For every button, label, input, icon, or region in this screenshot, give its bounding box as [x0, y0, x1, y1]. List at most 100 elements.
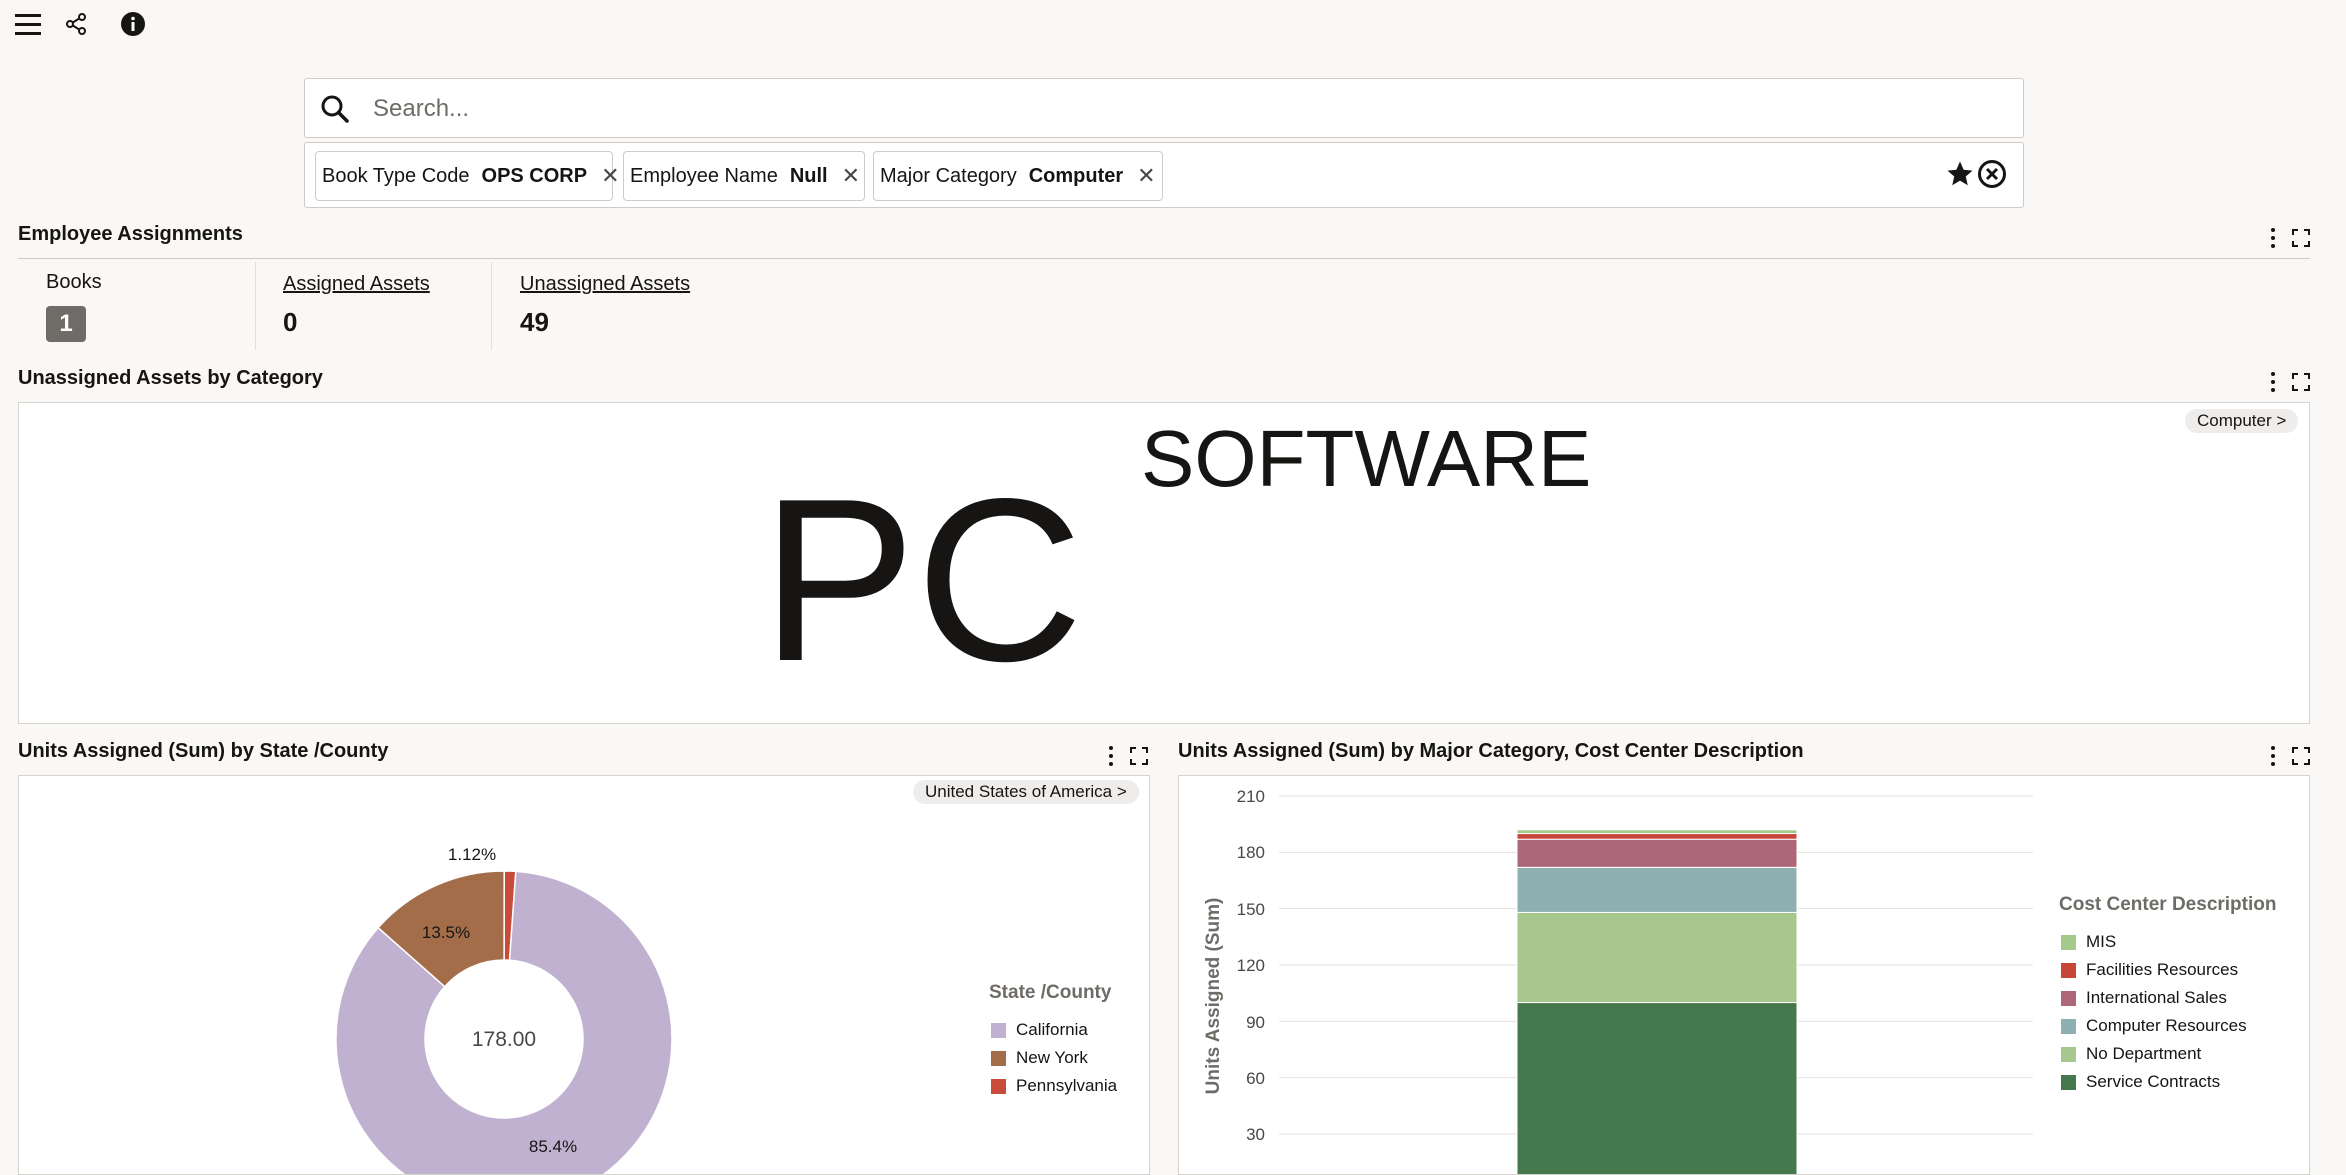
legend-swatch: [2061, 1046, 2076, 1062]
filter-chip-name: Major Category: [880, 164, 1017, 187]
filter-chip-value: OPS CORP: [481, 164, 588, 187]
bar-segment-computer-resources[interactable]: [1516, 866, 1798, 913]
legend-label: California: [1016, 1020, 1088, 1039]
employee-assignments-actions: [2270, 226, 2310, 250]
legend-item-computer-resources[interactable]: Computer Resources: [2061, 1016, 2247, 1036]
legend-item-mis[interactable]: MIS: [2061, 932, 2116, 952]
legend-item-no-department[interactable]: No Department: [2061, 1044, 2201, 1064]
bar-segment-mis[interactable]: [1516, 829, 1798, 835]
slice-label-new-york: 13.5%: [422, 923, 470, 942]
employee-assignments-title: Employee Assignments: [18, 223, 243, 245]
state-chart-panel: United States of America > 178.00 85.4% …: [18, 775, 1150, 1175]
state-chart-title: Units Assigned (Sum) by State /County: [18, 740, 389, 762]
remove-filter-icon[interactable]: ✕: [842, 163, 860, 189]
y-tick-label: 210: [1237, 787, 1265, 806]
bar-segment-service-contracts[interactable]: [1516, 1002, 1798, 1175]
filter-chip-employee-name[interactable]: Employee Name Null ✕: [623, 151, 865, 201]
legend-item-new-york[interactable]: New York: [991, 1048, 1088, 1068]
expand-icon[interactable]: [2292, 747, 2310, 765]
unassigned-assets-link[interactable]: Unassigned Assets: [520, 273, 690, 296]
books-label: Books: [46, 271, 102, 293]
filter-chip-book-type-code[interactable]: Book Type Code OPS CORP ✕: [315, 151, 620, 201]
expand-icon[interactable]: [2292, 229, 2310, 247]
filter-chip-name: Employee Name: [630, 164, 778, 187]
unassigned-by-category-actions: [2270, 370, 2310, 394]
kebab-menu-icon[interactable]: [2270, 372, 2276, 392]
legend-label: No Department: [2086, 1044, 2202, 1063]
filter-chip-name: Book Type Code: [322, 164, 470, 187]
books-badge: 1: [46, 306, 86, 342]
search-input[interactable]: [371, 87, 1995, 131]
filter-chip-value: Computer: [1028, 164, 1124, 187]
kebab-menu-icon[interactable]: [2270, 746, 2276, 766]
favorite-star-icon[interactable]: [1945, 159, 1975, 189]
search-icon: [321, 95, 349, 123]
bar-segment-facilities-resources[interactable]: [1516, 833, 1798, 840]
clear-filters-icon[interactable]: [1977, 159, 2007, 189]
legend-item-pennsylvania[interactable]: Pennsylvania: [991, 1076, 1117, 1096]
legend-label: New York: [1016, 1048, 1088, 1067]
legend-swatch: [2061, 962, 2076, 978]
legend-item-california[interactable]: California: [991, 1020, 1088, 1040]
category-chart-actions: [2270, 744, 2310, 768]
expand-icon[interactable]: [1130, 747, 1148, 765]
legend-swatch: [991, 1050, 1006, 1066]
legend-item-service-contracts[interactable]: Service Contracts: [2061, 1072, 2220, 1092]
kebab-menu-icon[interactable]: [2270, 228, 2276, 248]
legend-label: Computer Resources: [2086, 1016, 2247, 1035]
y-tick-label: 30: [1246, 1125, 1265, 1144]
donut-chart: 178.00 85.4% 13.5% 1.12%: [335, 845, 673, 1174]
slice-label-california: 85.4%: [529, 1137, 577, 1156]
legend-swatch: [2061, 934, 2076, 950]
assigned-assets-value: 0: [283, 307, 298, 337]
y-tick-label: 120: [1237, 956, 1265, 975]
share-icon[interactable]: [58, 6, 94, 42]
legend-label: MIS: [2086, 932, 2117, 951]
section-divider: [18, 258, 2310, 259]
legend-swatch: [991, 1078, 1006, 1094]
hamburger-menu-icon[interactable]: [10, 6, 46, 42]
y-tick-label: 180: [1237, 843, 1265, 862]
filter-chip-value: Null: [789, 164, 828, 187]
kebab-menu-icon[interactable]: [1108, 746, 1114, 766]
cost-center-legend-title: Cost Center Description: [2059, 894, 2277, 915]
metric-separator: [491, 262, 492, 350]
legend-swatch: [2061, 1074, 2076, 1090]
legend-swatch: [2061, 1018, 2076, 1034]
y-tick-label: 60: [1246, 1069, 1265, 1088]
drill-computer-button[interactable]: Computer >: [2185, 409, 2299, 433]
metric-separator: [255, 262, 256, 350]
unassigned-by-category-title: Unassigned Assets by Category: [18, 367, 323, 389]
unassigned-assets-value: 49: [520, 307, 549, 337]
y-tick-label: 90: [1246, 1013, 1265, 1032]
tag-cloud-panel: Computer > PC SOFTWARE: [18, 402, 2310, 724]
legend-label: Pennsylvania: [1016, 1076, 1118, 1095]
remove-filter-icon[interactable]: ✕: [1137, 163, 1155, 189]
info-icon[interactable]: [115, 6, 151, 42]
bar-segment-no-department[interactable]: [1516, 911, 1798, 1004]
tag-word-pc[interactable]: PC: [761, 465, 1083, 697]
category-chart-panel: 210 180 150 120 90 60 30 Units Assigned …: [1178, 775, 2310, 1175]
category-chart-title: Units Assigned (Sum) by Major Category, …: [1178, 740, 1804, 762]
y-axis-label: Units Assigned (Sum): [1203, 898, 1224, 1095]
legend-label: Facilities Resources: [2086, 960, 2239, 979]
legend-item-facilities-resources[interactable]: Facilities Resources: [2061, 960, 2238, 980]
legend-label: International Sales: [2086, 988, 2227, 1007]
filter-bar: Book Type Code OPS CORP ✕ Employee Name …: [304, 142, 2024, 208]
tag-word-software[interactable]: SOFTWARE: [1141, 419, 1591, 499]
legend-swatch: [991, 1022, 1006, 1038]
y-tick-label: 150: [1237, 900, 1265, 919]
search-box[interactable]: [304, 78, 2024, 138]
state-chart-actions: [1108, 744, 1148, 768]
legend-label: Service Contracts: [2086, 1072, 2221, 1091]
slice-label-pennsylvania: 1.12%: [448, 845, 496, 864]
expand-icon[interactable]: [2292, 373, 2310, 391]
remove-filter-icon[interactable]: ✕: [601, 163, 619, 189]
legend-item-international-sales[interactable]: International Sales: [2061, 988, 2227, 1008]
assigned-assets-link[interactable]: Assigned Assets: [283, 273, 430, 296]
state-legend-title: State /County: [989, 982, 1112, 1003]
donut-center-total: 178.00: [472, 1028, 536, 1051]
filter-chip-major-category[interactable]: Major Category Computer ✕: [873, 151, 1163, 201]
legend-swatch: [2061, 990, 2076, 1006]
bar-segment-international-sales[interactable]: [1516, 838, 1798, 868]
